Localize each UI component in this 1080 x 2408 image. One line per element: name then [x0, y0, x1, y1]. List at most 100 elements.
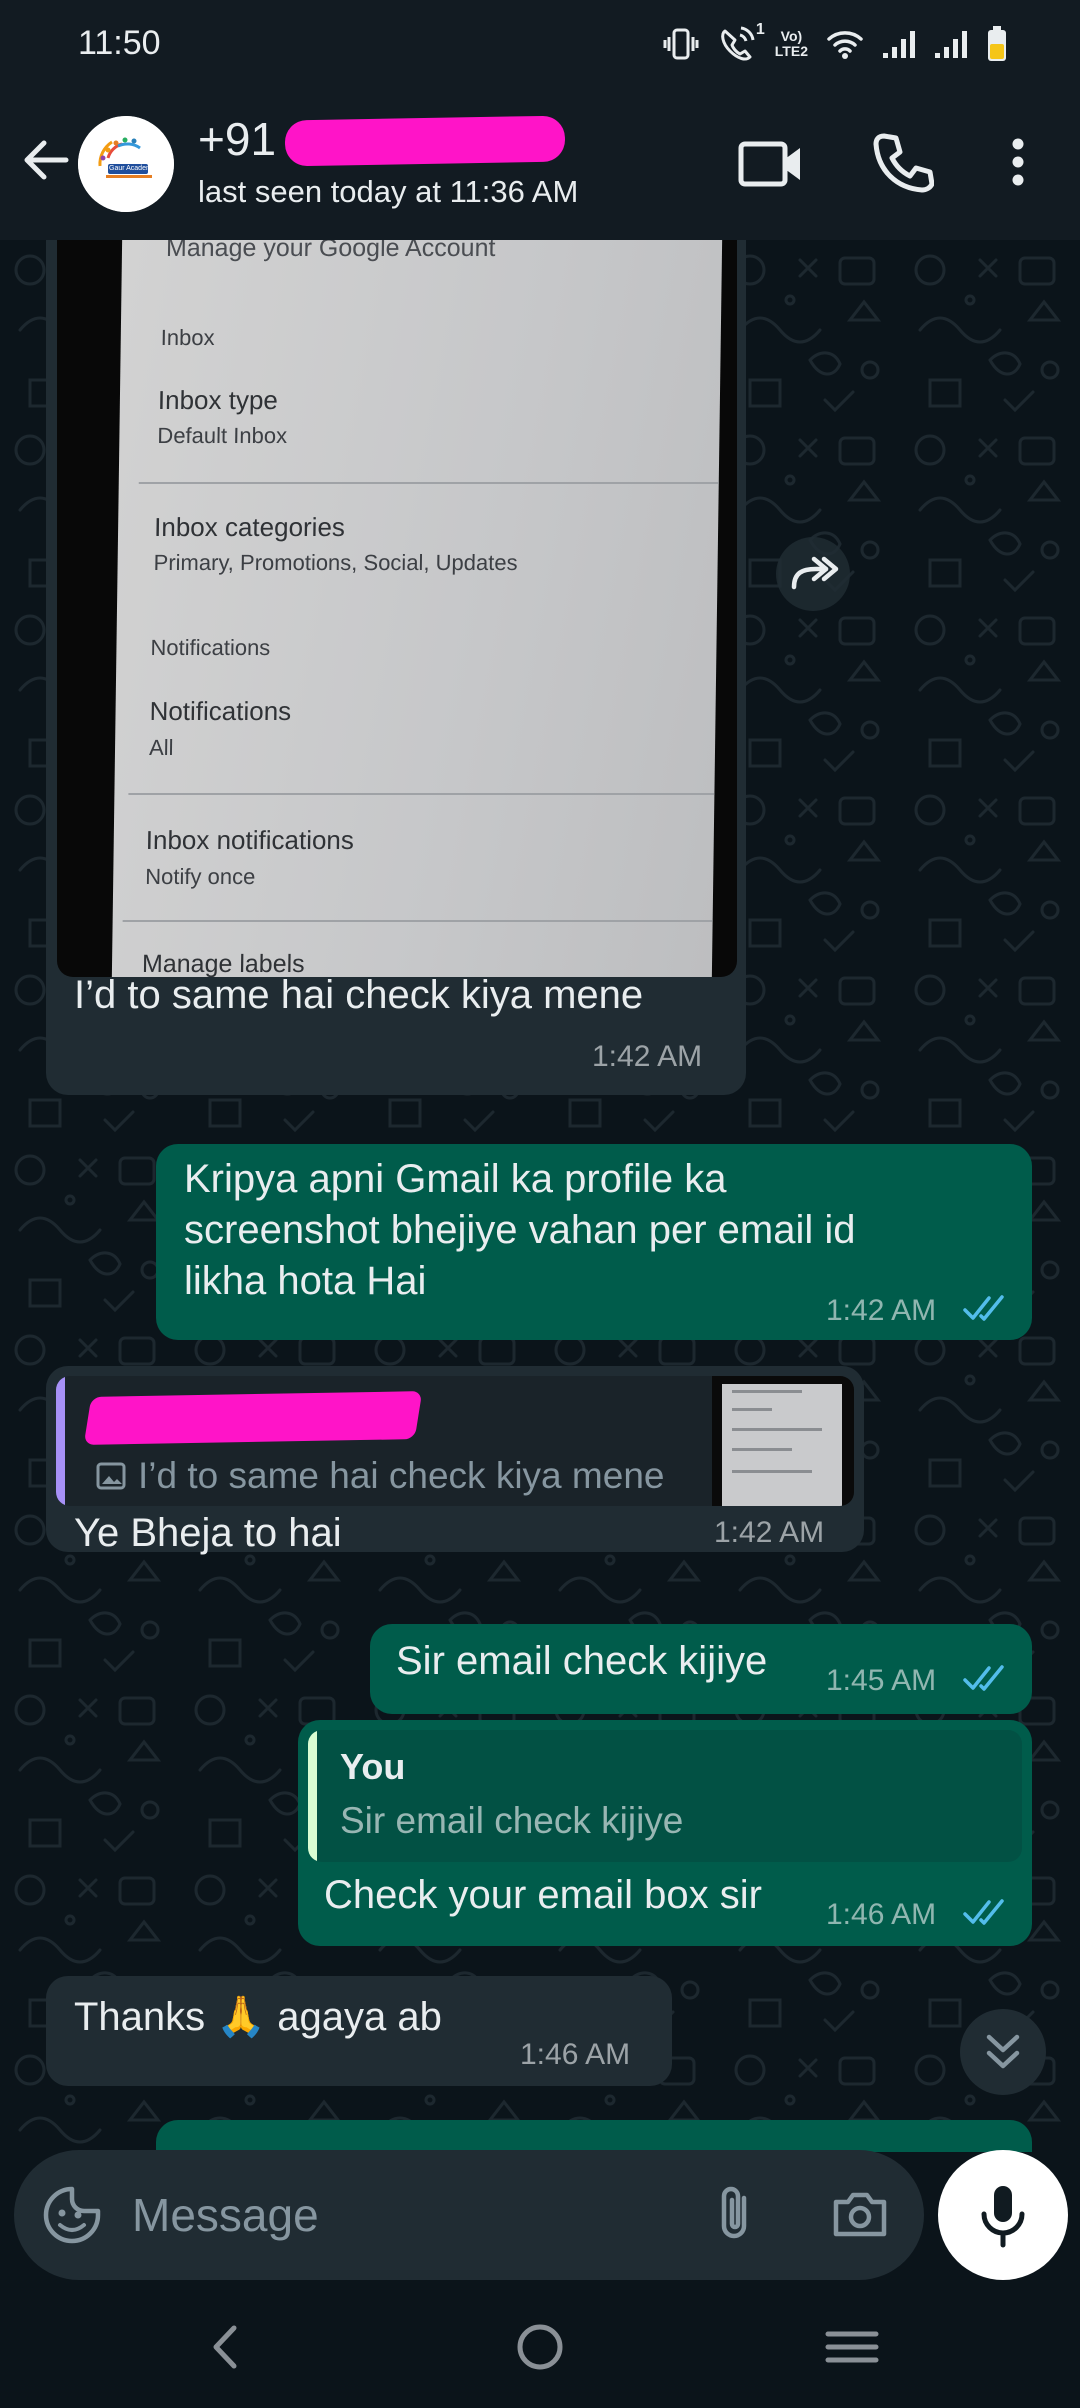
vibrate-icon [663, 28, 699, 60]
message-time: 1:42 AM [592, 1040, 703, 1073]
message-time: 1:45 AM [826, 1664, 937, 1697]
volte-indicator: Vo) LTE2 [774, 28, 808, 59]
nav-home-button[interactable] [500, 2312, 580, 2382]
screenshot-inbox-notifications-value: Notify once [145, 864, 256, 889]
video-camera-icon [738, 141, 800, 187]
message-bubble-outgoing[interactable]: You Sir email check kijiye Check your em… [298, 1720, 1032, 1946]
microphone-icon [981, 2186, 1025, 2248]
paperclip-icon [721, 2186, 747, 2239]
shared-screenshot-image[interactable]: Manage your Google Account Inbox Inbox t… [57, 240, 737, 977]
status-bar: 11:50 1 Vo) LTE2 [0, 0, 1080, 90]
screenshot-divider [122, 920, 713, 922]
message-bubble-incoming[interactable]: I’d to same hai check kiya mene Ye Bheja… [46, 1366, 864, 1555]
message-line: Kripya apni Gmail ka profile ka [184, 1157, 727, 1201]
message-line: likha hota Hai [184, 1259, 427, 1303]
avatar-text: Gaur Academy of [109, 165, 164, 172]
status-time: 11:50 [78, 24, 161, 62]
message-text: Ye Bheja to hai [74, 1511, 342, 1555]
camera-button[interactable] [828, 2182, 892, 2246]
redaction-mark [284, 115, 566, 167]
read-receipt-icon [963, 1295, 1004, 1321]
sim-label: 1 [755, 21, 765, 38]
avatar[interactable]: Gaur Academy of [78, 116, 174, 212]
message-text: Check your email box sir [324, 1873, 762, 1917]
message-input[interactable] [132, 2178, 692, 2252]
quote-text: I’d to same hai check kiya mene [138, 1455, 665, 1496]
quote-text: Sir email check kijiye [340, 1800, 684, 1841]
last-seen-status: last seen today at 11:36 AM [198, 174, 579, 209]
message-text-start: Thanks [74, 1995, 206, 2039]
status-icons: 1 Vo) LTE2 [663, 21, 1008, 66]
message-bubble-outgoing[interactable]: Kripya apni Gmail ka profile ka screensh… [156, 1144, 1032, 1340]
contact-name[interactable]: +91 [198, 112, 276, 166]
message-text-end: agaya ab [277, 1995, 442, 2039]
signal-sim2-icon [935, 31, 967, 58]
nav-back-button[interactable] [188, 2312, 268, 2382]
quoted-message[interactable]: You Sir email check kijiye [308, 1730, 1022, 1862]
nav-recents-lines-icon [825, 2331, 879, 2363]
quote-bar [56, 1376, 65, 1506]
quote-bar [308, 1730, 317, 1862]
signal-sim1-icon [883, 31, 915, 58]
kebab-menu-icon [1012, 138, 1024, 186]
back-arrow-icon [24, 140, 69, 180]
attach-button[interactable] [704, 2182, 768, 2246]
screenshot-inbox-type-value: Default Inbox [157, 423, 288, 448]
wifi-calling-icon [721, 26, 755, 61]
message-time: 1:42 AM [826, 1294, 937, 1327]
screenshot-divider [138, 482, 719, 484]
wifi-icon [827, 31, 863, 59]
voice-call-button[interactable] [870, 130, 935, 194]
voice-record-button[interactable] [938, 2150, 1068, 2280]
camera-icon [833, 2192, 887, 2237]
image-icon [96, 1462, 126, 1490]
forward-button[interactable] [776, 537, 850, 611]
double-chevron-down-icon [986, 2034, 1020, 2069]
message-composer [14, 2150, 924, 2280]
phone-icon [873, 133, 935, 193]
message-text: Thanks 🙏 agaya ab [74, 1992, 442, 2042]
screenshot-notifications-label: Notifications [149, 696, 292, 726]
praying-hands-emoji: 🙏 [216, 1994, 267, 2040]
nav-home-circle-icon [517, 2324, 563, 2370]
message-line: screenshot bhejiye vahan per email id [184, 1208, 856, 1252]
screenshot-inbox-categories-value: Primary, Promotions, Social, Updates [153, 550, 518, 575]
quote-author-redaction [83, 1391, 423, 1445]
screenshot-title: Manage your Google Account [165, 240, 496, 262]
forward-arrow-icon [791, 556, 839, 590]
screenshot-inbox-type-label: Inbox type [157, 385, 279, 415]
nav-back-chevron-icon [213, 2325, 237, 2369]
chat-area[interactable]: Manage your Google Account Inbox Inbox t… [0, 240, 1080, 2152]
chat-header: Gaur Academy of +91 last seen today at 1… [0, 90, 1080, 240]
message-time: 1:46 AM [826, 1898, 937, 1931]
message-bubble-incoming[interactable]: Thanks 🙏 agaya ab 1:46 AM [46, 1976, 672, 2086]
message-bubble-outgoing[interactable]: Sir email check kijiye 1:45 AM [370, 1624, 1032, 1714]
screenshot-inbox-notifications-label: Inbox notifications [145, 825, 355, 855]
screenshot-notifications-value: All [148, 735, 174, 760]
read-receipt-icon [963, 1899, 1004, 1925]
scroll-to-bottom-button[interactable] [960, 2009, 1046, 2095]
message-time: 1:42 AM [714, 1516, 825, 1549]
message-time: 1:46 AM [520, 2038, 631, 2071]
system-navigation-bar [0, 2290, 1080, 2408]
emoji-sticker-button[interactable] [42, 2185, 102, 2245]
read-receipt-icon [963, 1665, 1004, 1691]
quoted-message[interactable]: I’d to same hai check kiya mene [56, 1376, 854, 1506]
message-text: I’d to same hai check kiya mene [74, 973, 644, 1017]
message-text: Sir email check kijiye [396, 1639, 768, 1683]
screenshot-divider [128, 793, 715, 795]
message-bubble-outgoing-partial[interactable] [156, 2120, 1032, 2152]
nav-recents-button[interactable] [812, 2312, 892, 2382]
video-call-button[interactable] [736, 134, 806, 194]
battery-icon [988, 26, 1006, 61]
more-options-button[interactable] [1000, 130, 1036, 194]
quote-thumbnail [712, 1376, 854, 1506]
academy-logo-icon [78, 116, 174, 212]
screenshot-notifications-header: Notifications [150, 635, 271, 660]
screenshot-inbox-header: Inbox [160, 325, 215, 350]
screenshot-paper: Manage your Google Account Inbox Inbox t… [111, 240, 723, 977]
quote-author: You [340, 1746, 406, 1787]
sticker-smiley-icon [43, 2186, 101, 2244]
back-button[interactable] [18, 132, 74, 188]
message-bubble-incoming[interactable]: Manage your Google Account Inbox Inbox t… [46, 240, 746, 1095]
